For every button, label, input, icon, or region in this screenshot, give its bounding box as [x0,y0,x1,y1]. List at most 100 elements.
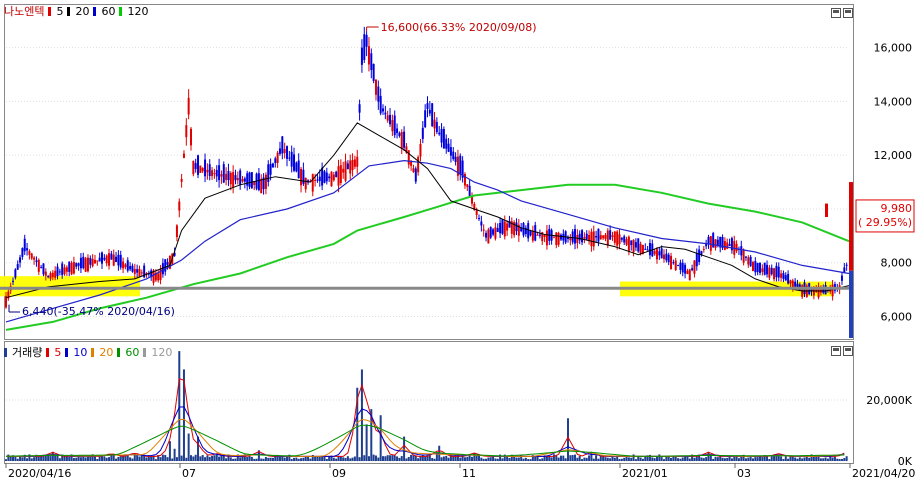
candle-body [482,229,485,231]
candle-body [639,243,642,254]
volume-bar [201,455,204,461]
volume-bar [574,454,577,461]
candle-body [691,268,694,271]
volume-bar [103,456,106,461]
volume-bar [307,456,310,461]
candle-body [370,53,373,71]
candle-body [68,261,71,272]
price-panel-minimize-button[interactable] [831,8,841,18]
candle-body [30,253,33,259]
candle-body [756,263,759,272]
volume-bar [225,458,228,461]
volume-bar [16,458,19,461]
volume-bar [630,457,633,461]
volume-bar [578,455,581,461]
candle-body [773,268,776,280]
volume-bar [215,454,218,461]
candle-body [208,164,211,177]
volume-bar [42,456,45,461]
volume-bar [208,456,211,461]
volume-panel-minimize-button[interactable] [831,346,841,356]
candle-body [250,172,253,189]
candle-body [187,97,190,115]
support-zone-left [0,276,140,297]
volume-bar [517,457,520,461]
volume-bar [522,458,525,461]
volume-bar [192,456,195,461]
candle-body [597,228,600,242]
volume-bar [112,455,115,461]
volume-panel-maximize-button[interactable] [843,346,853,356]
volume-bar [459,457,462,461]
candle-body [557,233,560,245]
candle-body [440,128,443,143]
candle-body [304,177,307,190]
candle-body [138,268,141,277]
candle-body [194,163,197,169]
candle-body [239,170,242,185]
ma120-label: 120 [127,4,149,18]
volume-bar [30,458,33,461]
candle-body [49,273,52,279]
candle-body [363,34,366,60]
candle-body [86,257,89,272]
candle-body [625,239,628,245]
volume-bar [559,455,562,461]
candle-body [314,179,317,182]
volume-bar [824,457,827,461]
volume-bar [794,457,797,461]
candle-body [637,238,640,252]
candle-body [115,256,118,262]
candle-body [189,128,192,146]
candle-body [632,239,635,253]
candle-body [431,103,434,127]
candle-body [117,254,120,266]
candle-body [103,257,106,260]
volume-bar [445,455,448,461]
volume-bar [40,456,43,461]
x-axis-tick: 03 [737,467,751,480]
candle-body [470,196,473,204]
candle-body [618,234,621,245]
candle-body [775,265,778,278]
volume-bar [798,457,801,461]
candle-body [766,264,769,275]
volume-bar [309,458,312,461]
volume-bar [482,458,485,461]
candle-body [396,128,399,133]
candle-body [204,159,207,177]
volume-bar [688,458,691,461]
volume-bar [749,456,752,461]
volume-bar [389,455,392,461]
volume-bar [255,458,258,461]
price-panel-maximize-button[interactable] [843,8,853,18]
candle-body [257,173,260,190]
candle-body [131,265,134,272]
volume-bar [747,457,750,461]
volume-bar [641,458,644,461]
candle-body [627,236,630,252]
ma5-label: 5 [56,4,64,18]
candle-body [442,129,445,149]
volume-bar [271,457,274,461]
candle-body [321,167,324,186]
volume-bar [838,459,841,461]
candle-body [438,132,441,135]
candle-body [574,229,577,244]
volume-bar [199,456,202,461]
volume-bar [311,454,314,461]
candle-body [391,120,394,132]
candle-body [791,280,794,288]
volume-bar [576,457,579,461]
volume-bar [508,458,511,461]
volume-bar [782,459,785,461]
candle-body [197,155,200,175]
ma20-swatch [67,6,71,16]
volume-bar [684,456,687,461]
candle-body [749,256,752,267]
volume-bar [391,455,394,461]
volume-bar [166,457,169,461]
volume-bar [840,458,843,461]
price-axis-tick: 8,000 [881,257,913,270]
volume-bar [164,454,167,461]
